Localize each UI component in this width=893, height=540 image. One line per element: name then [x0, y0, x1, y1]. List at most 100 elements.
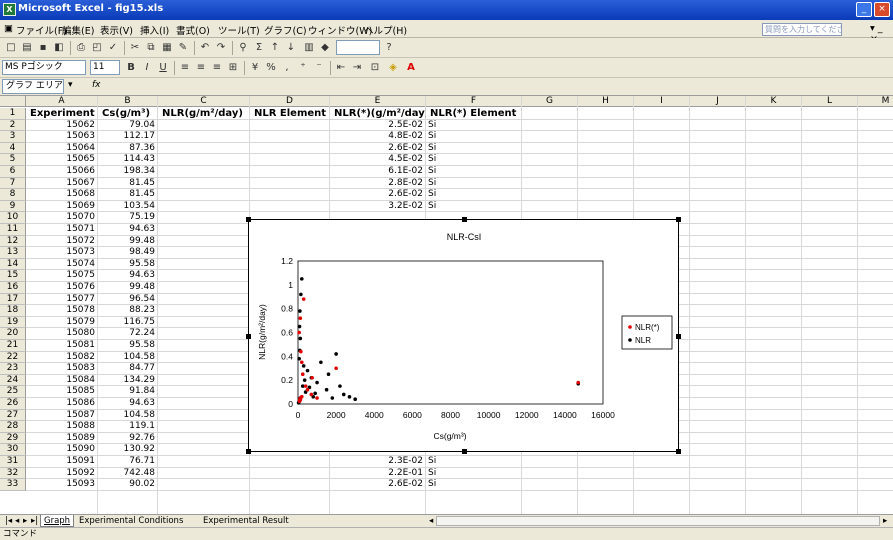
- cell-experiment-id[interactable]: 15088: [26, 421, 98, 432]
- cut-icon[interactable]: ✂: [128, 41, 142, 55]
- header-cell-b[interactable]: Cs(g/m³): [102, 108, 158, 119]
- cell-experiment-id[interactable]: 15069: [26, 201, 98, 212]
- hyperlink-icon[interactable]: ⚲: [236, 41, 250, 55]
- cell-cs[interactable]: 87.36: [98, 143, 158, 154]
- sort-descending-icon[interactable]: ↓: [284, 41, 298, 55]
- cell-nlr-star-element[interactable]: Si: [426, 154, 522, 165]
- column-header-i[interactable]: I: [634, 96, 690, 107]
- merge-center-icon[interactable]: ⊞: [226, 61, 240, 75]
- row-header[interactable]: 1: [0, 108, 26, 120]
- cell-experiment-id[interactable]: 15093: [26, 479, 98, 490]
- cell-experiment-id[interactable]: 15066: [26, 166, 98, 177]
- cell-cs[interactable]: 112.17: [98, 131, 158, 142]
- cell-nlr-star-element[interactable]: Si: [426, 166, 522, 177]
- increase-decimal-icon[interactable]: ⁺: [296, 61, 310, 75]
- align-left-icon[interactable]: ≡: [178, 61, 192, 75]
- cell-experiment-id[interactable]: 15079: [26, 317, 98, 328]
- cell-nlr-star[interactable]: 2.3E-02: [330, 456, 426, 467]
- row-header[interactable]: 31: [0, 456, 26, 468]
- tab-experimental-conditions[interactable]: Experimental Conditions: [76, 515, 186, 527]
- row-header[interactable]: 18: [0, 305, 26, 317]
- cell-experiment-id[interactable]: 15065: [26, 154, 98, 165]
- cell-cs[interactable]: 98.49: [98, 247, 158, 258]
- horizontal-scrollbar[interactable]: [436, 516, 880, 526]
- cell-experiment-id[interactable]: 15082: [26, 352, 98, 363]
- close-button[interactable]: ×: [874, 2, 890, 17]
- cell-experiment-id[interactable]: 15073: [26, 247, 98, 258]
- row-header[interactable]: 30: [0, 444, 26, 456]
- row-header[interactable]: 28: [0, 421, 26, 433]
- cell-experiment-id[interactable]: 15067: [26, 178, 98, 189]
- row-header[interactable]: 8: [0, 189, 26, 201]
- font-color-icon[interactable]: A: [404, 61, 418, 75]
- row-header[interactable]: 5: [0, 154, 26, 166]
- percent-icon[interactable]: %: [264, 61, 278, 75]
- cell-experiment-id[interactable]: 15074: [26, 259, 98, 270]
- cell-cs[interactable]: 91.84: [98, 386, 158, 397]
- paste-icon[interactable]: ▦: [160, 41, 174, 55]
- name-box[interactable]: グラフ エリア: [2, 79, 64, 94]
- copy-icon[interactable]: ⧉: [144, 41, 158, 55]
- cell-nlr-star[interactable]: 4.8E-02: [330, 131, 426, 142]
- cell-experiment-id[interactable]: 15091: [26, 456, 98, 467]
- cell-cs[interactable]: 119.1: [98, 421, 158, 432]
- cell-cs[interactable]: 90.02: [98, 479, 158, 490]
- minimize-button[interactable]: _: [856, 2, 872, 17]
- cell-nlr-star[interactable]: 6.1E-02: [330, 166, 426, 177]
- drawing-icon[interactable]: ◆: [318, 41, 332, 55]
- cell-cs[interactable]: 76.71: [98, 456, 158, 467]
- new-icon[interactable]: □: [4, 41, 18, 55]
- align-right-icon[interactable]: ≡: [210, 61, 224, 75]
- cell-cs[interactable]: 114.43: [98, 154, 158, 165]
- borders-icon[interactable]: ⊡: [368, 61, 382, 75]
- cell-cs[interactable]: 79.04: [98, 120, 158, 131]
- cell-experiment-id[interactable]: 15071: [26, 224, 98, 235]
- row-header[interactable]: 14: [0, 258, 26, 271]
- cell-nlr-star[interactable]: 4.5E-02: [330, 154, 426, 165]
- cell-experiment-id[interactable]: 15083: [26, 363, 98, 374]
- cell-experiment-id[interactable]: 15068: [26, 189, 98, 200]
- cell-nlr-star[interactable]: 2.6E-02: [330, 479, 426, 490]
- cell-nlr-star-element[interactable]: Si: [426, 468, 522, 479]
- cell-cs[interactable]: 81.45: [98, 178, 158, 189]
- save-icon[interactable]: ▪: [36, 41, 50, 55]
- menu-file[interactable]: ファイル(F): [16, 23, 67, 37]
- header-cell-a[interactable]: Experiment ID: [30, 108, 98, 119]
- row-header[interactable]: 21: [0, 340, 26, 352]
- cell-experiment-id[interactable]: 15081: [26, 340, 98, 351]
- menu-insert[interactable]: 挿入(I): [140, 23, 169, 37]
- cell-cs[interactable]: 94.63: [98, 224, 158, 235]
- cell-experiment-id[interactable]: 15075: [26, 270, 98, 281]
- redo-icon[interactable]: ↷: [214, 41, 228, 55]
- menu-help[interactable]: ヘルプ(H): [364, 23, 407, 37]
- column-header-j[interactable]: J: [690, 96, 746, 107]
- italic-button[interactable]: I: [140, 61, 154, 75]
- decrease-indent-icon[interactable]: ⇤: [334, 61, 348, 75]
- cell-cs[interactable]: 134.29: [98, 375, 158, 386]
- cell-experiment-id[interactable]: 15076: [26, 282, 98, 293]
- column-header-c[interactable]: C: [158, 96, 250, 107]
- row-header[interactable]: 32: [0, 467, 26, 480]
- row-header[interactable]: 2: [0, 119, 26, 132]
- cell-nlr-star-element[interactable]: Si: [426, 189, 522, 200]
- row-header[interactable]: 27: [0, 409, 26, 422]
- cell-cs[interactable]: 72.24: [98, 328, 158, 339]
- select-all-corner[interactable]: [0, 96, 26, 107]
- cell-experiment-id[interactable]: 15063: [26, 131, 98, 142]
- cell-experiment-id[interactable]: 15062: [26, 120, 98, 131]
- row-header[interactable]: 12: [0, 235, 26, 248]
- cell-cs[interactable]: 84.77: [98, 363, 158, 374]
- cell-cs[interactable]: 104.58: [98, 352, 158, 363]
- help-question-input[interactable]: 質問を入力してください: [762, 23, 842, 36]
- permission-icon[interactable]: ◧: [52, 41, 66, 55]
- font-size-box[interactable]: 11: [90, 60, 120, 75]
- decrease-decimal-icon[interactable]: ⁻: [312, 61, 326, 75]
- column-header-d[interactable]: D: [250, 96, 330, 107]
- help-icon[interactable]: ?: [382, 41, 396, 55]
- cell-experiment-id[interactable]: 15090: [26, 444, 98, 455]
- cell-experiment-id[interactable]: 15092: [26, 468, 98, 479]
- cell-cs[interactable]: 95.58: [98, 259, 158, 270]
- row-header[interactable]: 15: [0, 270, 26, 282]
- fx-icon[interactable]: fx: [92, 80, 101, 90]
- column-header-e[interactable]: E: [330, 96, 426, 107]
